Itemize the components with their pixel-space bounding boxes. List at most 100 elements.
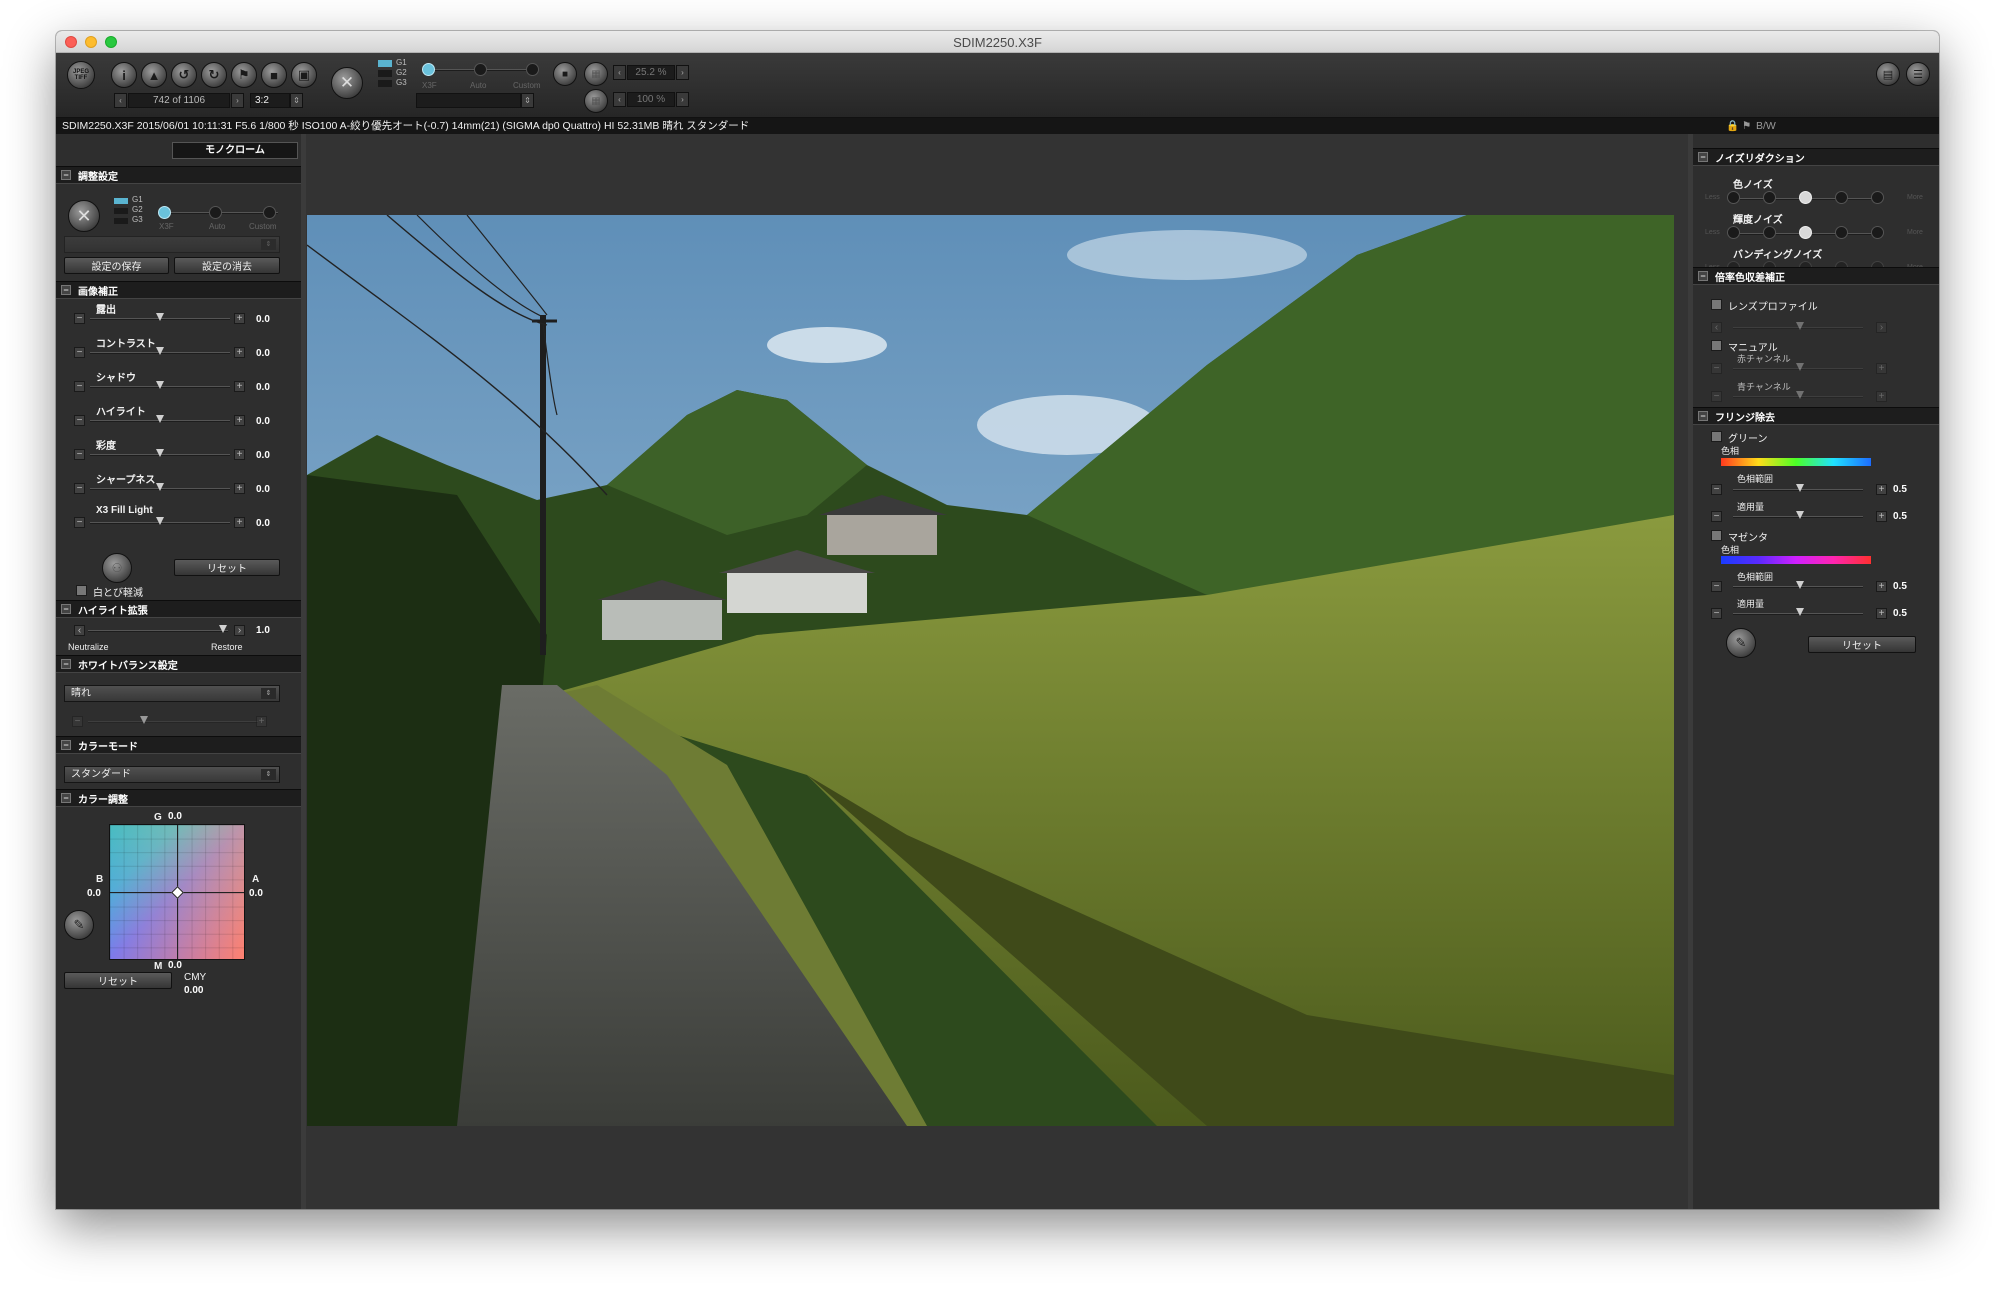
correction-thumb[interactable] — [156, 313, 164, 321]
noise-level-1[interactable] — [1727, 191, 1740, 204]
settings-preset-select[interactable]: ⇕ — [64, 236, 280, 253]
actual-size-icon[interactable]: ▦ — [584, 89, 608, 113]
magenta-amount-plus-button[interactable]: + — [1876, 608, 1887, 619]
collapse-icon[interactable]: − — [61, 659, 71, 669]
noise-level-5[interactable] — [1871, 226, 1884, 239]
correction-minus-button[interactable]: − — [74, 313, 85, 324]
lens-minus-button[interactable]: ‹ — [1711, 322, 1722, 333]
zoom-in-button-1[interactable]: › — [676, 65, 689, 80]
zoom-field-actual[interactable]: 100 % — [627, 92, 675, 107]
prev-image-button[interactable]: ‹ — [114, 93, 127, 108]
green-hue-gradient[interactable] — [1721, 458, 1871, 466]
image-canvas[interactable] — [306, 134, 1688, 1209]
correction-thumb[interactable] — [156, 449, 164, 457]
magenta-fringe-checkbox[interactable] — [1711, 530, 1722, 541]
list-view-icon[interactable]: ☰ — [1906, 62, 1930, 86]
delete-settings-button[interactable]: 設定の消去 — [174, 257, 280, 274]
green-fringe-checkbox[interactable] — [1711, 431, 1722, 442]
zoom-field-fit[interactable]: 25.2 % — [627, 65, 675, 80]
settings-stop-custom[interactable] — [263, 206, 276, 219]
magenta-hue-gradient[interactable] — [1721, 556, 1871, 564]
magenta-range-plus-button[interactable]: + — [1876, 581, 1887, 592]
stop-icon[interactable]: ■ — [553, 62, 577, 86]
noise-level-5[interactable] — [1871, 191, 1884, 204]
noise-level-2[interactable] — [1763, 191, 1776, 204]
magenta-range-thumb[interactable] — [1796, 581, 1804, 589]
section-colormode-header[interactable]: − カラーモード — [56, 736, 301, 754]
blue-minus-button[interactable]: − — [1711, 391, 1722, 402]
highlight-left-arrow[interactable]: ‹ — [74, 625, 85, 636]
eyedropper-icon[interactable]: ✎ — [64, 910, 94, 940]
stamp-icon[interactable]: ▲ — [141, 62, 167, 88]
red-thumb[interactable] — [1796, 363, 1804, 371]
rotate-right-icon[interactable]: ↻ — [201, 62, 227, 88]
correction-plus-button[interactable]: + — [234, 347, 245, 358]
preset-stop-custom[interactable] — [526, 63, 539, 76]
section-highlight-header[interactable]: − ハイライト拡張 — [56, 600, 301, 618]
correction-minus-button[interactable]: − — [74, 517, 85, 528]
noise-level-1[interactable] — [1727, 226, 1740, 239]
highlight-thumb[interactable] — [219, 625, 227, 633]
jpeg-tiff-export-button[interactable]: JPEG TIFF — [67, 61, 95, 89]
wb-thumb[interactable] — [140, 716, 148, 724]
lens-thumb[interactable] — [1796, 322, 1804, 330]
correction-thumb[interactable] — [156, 381, 164, 389]
preset-dropdown-icon[interactable]: ⇕ — [521, 93, 534, 108]
wb-minus-button[interactable]: − — [72, 716, 83, 727]
blue-plus-button[interactable]: + — [1876, 391, 1887, 402]
x3f-mode-icon[interactable]: ✕ — [331, 67, 363, 99]
green-range-thumb[interactable] — [1796, 484, 1804, 492]
red-minus-button[interactable]: − — [1711, 363, 1722, 374]
green-range-plus-button[interactable]: + — [1876, 484, 1887, 495]
section-noise-header[interactable]: − ノイズリダクション — [1693, 148, 1939, 166]
gallery-view-icon[interactable]: ▤ — [1876, 62, 1900, 86]
correction-thumb[interactable] — [156, 415, 164, 423]
collapse-icon[interactable]: − — [61, 740, 71, 750]
collapse-icon[interactable]: − — [61, 170, 71, 180]
preset-select[interactable] — [416, 93, 521, 108]
fringe-eyedropper-icon[interactable]: ✎ — [1726, 628, 1756, 658]
auto-correction-icon[interactable]: ⚇ — [102, 553, 132, 583]
noise-level-3[interactable] — [1799, 226, 1812, 239]
collapse-icon[interactable]: − — [61, 604, 71, 614]
red-plus-button[interactable]: + — [1876, 363, 1887, 374]
next-image-button[interactable]: › — [231, 93, 244, 108]
lens-plus-button[interactable]: › — [1876, 322, 1887, 333]
wb-select[interactable]: 晴れ ⇕ — [64, 685, 280, 702]
noise-level-3[interactable] — [1799, 191, 1812, 204]
section-correction-header[interactable]: − 画像補正 — [56, 281, 301, 299]
colormode-select[interactable]: スタンダード ⇕ — [64, 766, 280, 783]
flag-icon[interactable]: ⚑ — [231, 62, 257, 88]
zoom-out-button-2[interactable]: ‹ — [613, 92, 626, 107]
section-settings-header[interactable]: − 調整設定 — [56, 166, 301, 184]
aspect-ratio-select[interactable]: 3:2 — [250, 93, 290, 108]
lens-profile-checkbox[interactable] — [1711, 299, 1722, 310]
highlight-right-arrow[interactable]: › — [234, 625, 245, 636]
color-reset-button[interactable]: リセット — [64, 972, 172, 989]
green-range-minus-button[interactable]: − — [1711, 484, 1722, 495]
settings-stop-x3f[interactable] — [158, 206, 171, 219]
green-amount-minus-button[interactable]: − — [1711, 511, 1722, 522]
magenta-amount-thumb[interactable] — [1796, 608, 1804, 616]
correction-plus-button[interactable]: + — [234, 449, 245, 460]
section-coloradj-header[interactable]: − カラー調整 — [56, 789, 301, 807]
correction-thumb[interactable] — [156, 483, 164, 491]
preset-stop-auto[interactable] — [474, 63, 487, 76]
green-amount-plus-button[interactable]: + — [1876, 511, 1887, 522]
fringe-reset-button[interactable]: リセット — [1808, 636, 1916, 653]
magenta-amount-minus-button[interactable]: − — [1711, 608, 1722, 619]
whiteout-checkbox[interactable] — [76, 585, 87, 596]
fit-view-icon[interactable]: ▦ — [584, 62, 608, 86]
noise-level-4[interactable] — [1835, 191, 1848, 204]
correction-reset-button[interactable]: リセット — [174, 559, 280, 576]
x3f-settings-icon[interactable]: ✕ — [68, 200, 100, 232]
correction-plus-button[interactable]: + — [234, 415, 245, 426]
manual-checkbox[interactable] — [1711, 340, 1722, 351]
section-wb-header[interactable]: − ホワイトバランス設定 — [56, 655, 301, 673]
correction-thumb[interactable] — [156, 517, 164, 525]
noise-level-4[interactable] — [1835, 226, 1848, 239]
section-fringe-header[interactable]: − フリンジ除去 — [1693, 407, 1939, 425]
correction-thumb[interactable] — [156, 347, 164, 355]
correction-minus-button[interactable]: − — [74, 347, 85, 358]
aspect-ratio-dropdown-icon[interactable]: ⇕ — [290, 93, 303, 108]
